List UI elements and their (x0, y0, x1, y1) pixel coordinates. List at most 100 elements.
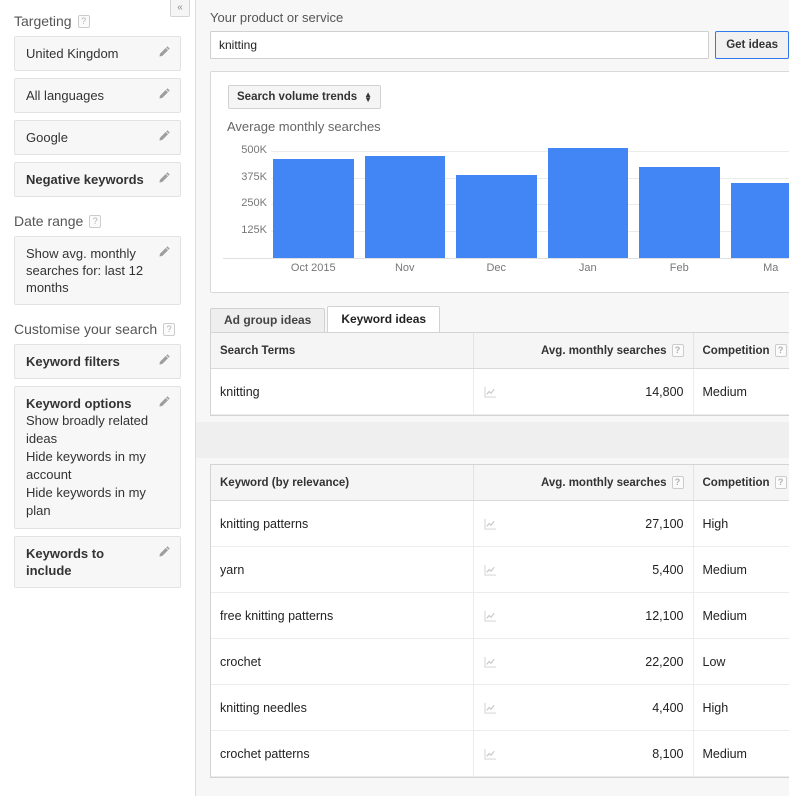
table-row[interactable]: yarn 5,400 Medium (211, 546, 789, 593)
sidebar-panel-label: Keywords to include (26, 546, 105, 578)
sidebar-panel-label: Keyword filters (26, 354, 120, 369)
sidebar-panel-label: All languages (26, 88, 105, 103)
searches-value: 22,200 (645, 654, 684, 669)
chart-bar[interactable] (364, 156, 445, 258)
pencil-icon[interactable] (158, 171, 171, 184)
column-header-label: Competition (702, 476, 770, 489)
search-label: Your product or service (210, 10, 344, 25)
table-row[interactable]: knitting 14,800 Medium (211, 368, 789, 415)
sparkline-icon[interactable] (483, 748, 497, 760)
sidebar-panel-subitem[interactable]: Hide keywords in my account (26, 448, 152, 484)
table-header-row: Search Terms Avg. monthly searches? Compet… (211, 333, 789, 369)
competition-cell: Medium (693, 368, 789, 415)
chart-bar[interactable] (273, 159, 354, 258)
chart-bar[interactable] (730, 183, 789, 258)
pencil-icon[interactable] (158, 353, 171, 366)
column-header[interactable]: Competition? (693, 465, 789, 501)
sparkline-icon[interactable] (483, 386, 497, 398)
chart-bar[interactable] (547, 147, 628, 258)
competition-cell: Medium (693, 592, 789, 639)
help-icon[interactable]: ? (671, 344, 684, 357)
competition-cell: Medium (693, 546, 789, 593)
column-header[interactable]: Competition? (693, 333, 789, 369)
search-area: Your product or service Get ideas (196, 0, 789, 59)
help-icon[interactable]: ? (774, 476, 787, 489)
searches-cell: 22,200 (473, 638, 694, 685)
sidebar-panel[interactable]: Negative keywords (14, 162, 181, 197)
sidebar: « Targeting? United Kingdom All languages G… (0, 0, 196, 796)
searches-value: 8,100 (652, 746, 684, 761)
search-input[interactable] (210, 31, 710, 59)
pencil-icon[interactable] (158, 129, 171, 142)
updown-arrows-icon: ▲ ▼ (364, 90, 373, 104)
searches-value: 4,400 (652, 700, 684, 715)
competition-cell: High (693, 500, 789, 547)
collapse-sidebar-button[interactable]: « (170, 0, 190, 17)
help-icon[interactable]: ? (774, 344, 787, 357)
sparkline-icon[interactable] (483, 564, 497, 576)
chart-x-label: Feb (669, 262, 689, 274)
chart-x-label: Oct 2015 (290, 262, 336, 274)
sidebar-section-title: Customise your search? (14, 321, 181, 337)
searches-cell: 8,100 (473, 730, 694, 777)
chart-y-tick: 125K (241, 224, 267, 237)
table-row[interactable]: crochet 22,200 Low (211, 638, 789, 685)
column-header[interactable]: Avg. monthly searches? (473, 465, 694, 501)
column-header-label: Avg. monthly searches (541, 344, 667, 357)
sidebar-panel[interactable]: Show avg. monthly searches for: last 12 … (14, 236, 181, 305)
chart-y-tick: 250K (241, 197, 267, 210)
column-header[interactable]: Avg. monthly searches? (473, 333, 694, 369)
tab-ad-group-ideas[interactable]: Ad group ideas (210, 308, 326, 332)
keyword-cell: knitting needles (211, 684, 474, 731)
pencil-icon[interactable] (158, 245, 171, 258)
get-ideas-button[interactable]: Get ideas (715, 31, 789, 59)
column-header[interactable]: Search Terms (211, 333, 474, 369)
chart-type-select-label: Search volume trends (237, 91, 358, 103)
sidebar-panel[interactable]: All languages (14, 78, 181, 113)
sidebar-section-title: Targeting? (14, 13, 181, 29)
tab-keyword-ideas[interactable]: Keyword ideas (327, 306, 441, 332)
column-header[interactable]: Keyword (by relevance) (211, 465, 474, 501)
sidebar-section-label: Date range (14, 213, 84, 229)
pencil-icon[interactable] (158, 545, 171, 558)
searches-cell: 12,100 (473, 592, 694, 639)
keyword-ideas-table: Keyword (by relevance) Avg. monthly searc… (210, 464, 789, 778)
chart-bars (273, 140, 789, 258)
pencil-icon[interactable] (158, 45, 171, 58)
help-icon[interactable]: ? (77, 14, 90, 28)
keyword-cell: knitting patterns (211, 500, 474, 547)
sidebar-section-label: Targeting (14, 13, 72, 29)
pencil-icon[interactable] (158, 395, 171, 408)
sidebar-panel[interactable]: Google (14, 120, 181, 155)
sparkline-icon[interactable] (483, 518, 497, 530)
table-row[interactable]: knitting needles 4,400 High (211, 684, 789, 731)
help-icon[interactable]: ? (671, 476, 684, 489)
table-row[interactable]: crochet patterns 8,100 Medium (211, 730, 789, 777)
sparkline-icon[interactable] (483, 702, 497, 714)
sidebar-panel-subitem[interactable]: Hide keywords in my plan (26, 484, 152, 520)
chart-x-label: Nov (394, 262, 415, 274)
sidebar-panel-subitem[interactable]: Show broadly related ideas (26, 412, 152, 448)
chart-heading: Average monthly searches (227, 119, 381, 134)
sparkline-icon[interactable] (483, 656, 497, 668)
sparkline-icon[interactable] (483, 610, 497, 622)
chart-type-select[interactable]: Search volume trends ▲ ▼ (228, 85, 382, 109)
pencil-icon[interactable] (158, 87, 171, 100)
help-icon[interactable]: ? (89, 214, 102, 228)
chart-bar[interactable] (456, 175, 537, 258)
sidebar-panel[interactable]: Keywords to include (14, 536, 181, 588)
searches-value: 14,800 (645, 384, 684, 399)
main-content: Your product or service Get ideas Search… (196, 0, 789, 796)
sidebar-panel[interactable]: Keyword options Show broadly related idea… (14, 386, 181, 529)
column-header-label: Keyword (by relevance) (220, 476, 350, 489)
sidebar-section-title: Date range? (14, 213, 181, 229)
help-icon[interactable]: ? (163, 322, 176, 336)
searches-cell: 5,400 (473, 546, 694, 593)
table-row[interactable]: knitting patterns 27,100 High (211, 500, 789, 547)
chart-bar[interactable] (639, 166, 720, 258)
sidebar-panel[interactable]: United Kingdom (14, 36, 181, 71)
table-row[interactable]: free knitting patterns 12,100 Medium (211, 592, 789, 639)
searches-value: 12,100 (645, 608, 684, 623)
sidebar-panel[interactable]: Keyword filters (14, 344, 181, 379)
sidebar-panel-label: Show avg. monthly searches for: last 12 … (26, 246, 144, 295)
